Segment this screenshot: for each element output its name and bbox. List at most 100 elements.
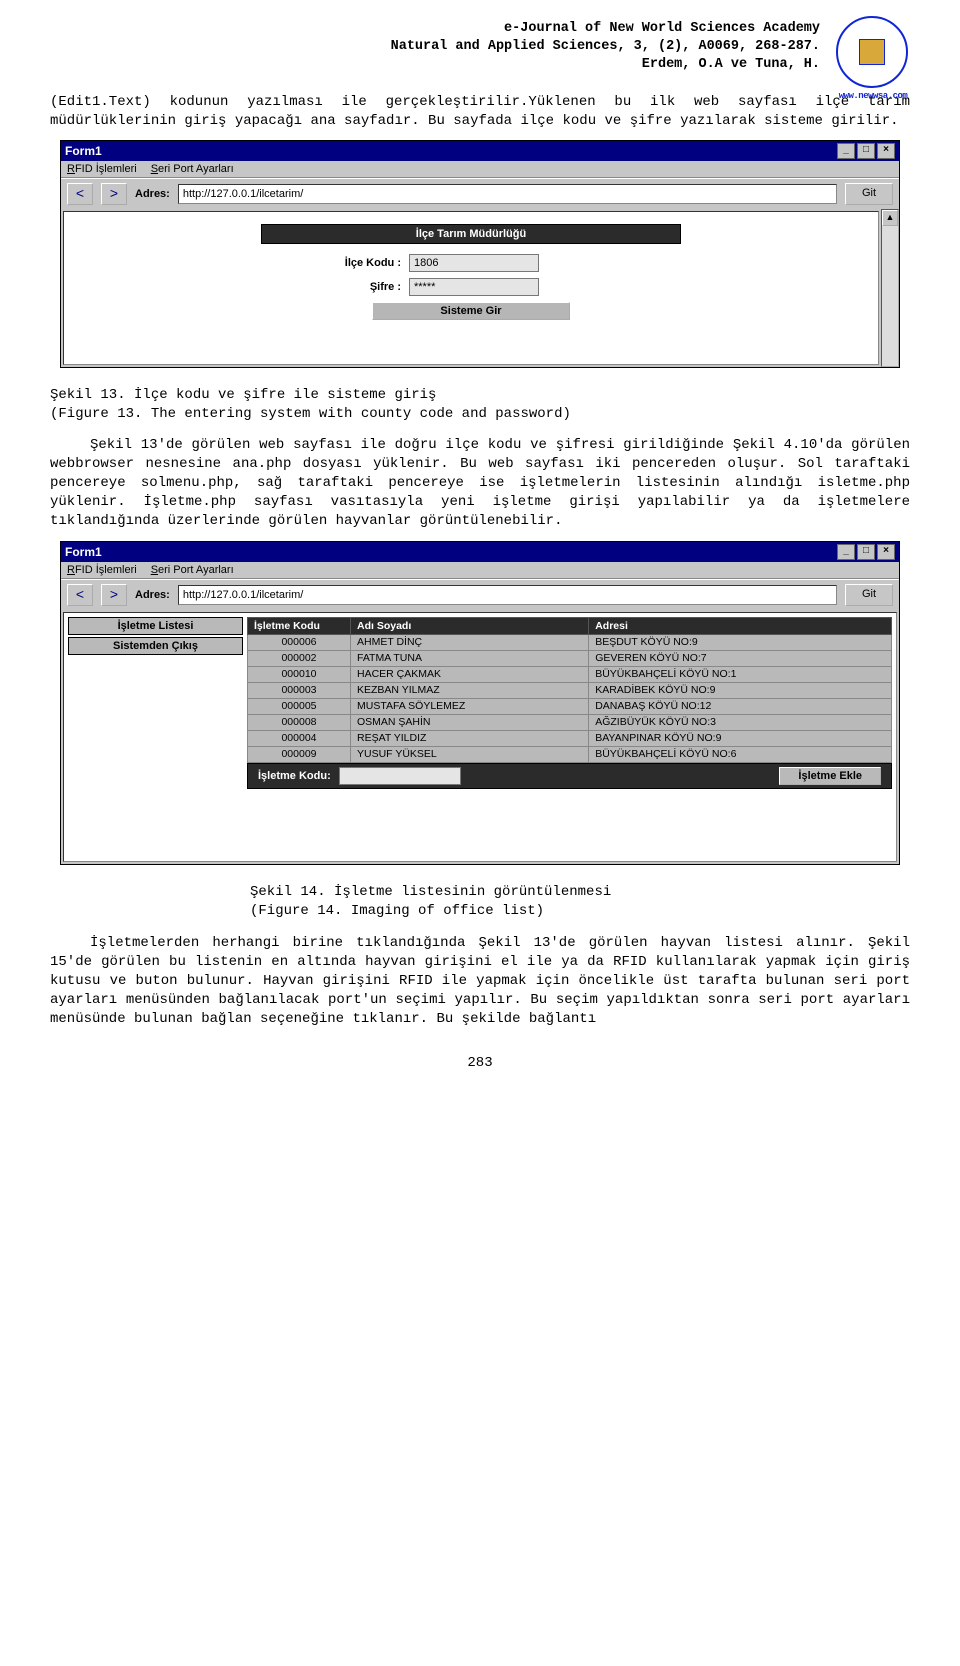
header-line2: Natural and Applied Sciences, 3, (2), A0… xyxy=(50,38,820,56)
minimize-button-2[interactable]: _ xyxy=(837,544,855,560)
go-button[interactable]: Git xyxy=(845,183,893,205)
cell: 000009 xyxy=(248,746,351,762)
paragraph-1: (Edit1.Text) kodunun yazılması ile gerçe… xyxy=(50,93,910,131)
cell: AĞZIBÜYÜK KÖYÜ NO:3 xyxy=(589,714,892,730)
header-line1: e-Journal of New World Sciences Academy xyxy=(50,20,820,38)
logo-inner-icon xyxy=(859,39,885,65)
left-menu-pane: İşletme Listesi Sistemden Çıkış xyxy=(68,617,243,857)
cell: KARADİBEK KÖYÜ NO:9 xyxy=(589,682,892,698)
window-titlebar-2[interactable]: Form1 _ □ × xyxy=(61,542,899,562)
isletme-kodu-footer-label: İşletme Kodu: xyxy=(258,770,331,782)
minimize-button[interactable]: _ xyxy=(837,143,855,159)
ilce-kodu-label: İlçe Kodu : xyxy=(281,257,401,269)
table-row[interactable]: 000004REŞAT YILDIZBAYANPINAR KÖYÜ NO:9 xyxy=(248,730,892,746)
isletme-ekle-button[interactable]: İşletme Ekle xyxy=(779,767,881,785)
cell: 000005 xyxy=(248,698,351,714)
nav-forward-button[interactable]: > xyxy=(101,183,127,205)
cell: OSMAN ŞAHİN xyxy=(351,714,589,730)
menu-serialport[interactable]: Seri Port Ayarları xyxy=(151,163,234,175)
address-bar-2: < > Adres: http://127.0.0.1/ilcetarim/ G… xyxy=(61,579,899,610)
cell: BAYANPINAR KÖYÜ NO:9 xyxy=(589,730,892,746)
address-input[interactable]: http://127.0.0.1/ilcetarim/ xyxy=(178,184,837,204)
ilce-kodu-input[interactable]: 1806 xyxy=(409,254,539,272)
go-button-2[interactable]: Git xyxy=(845,584,893,606)
logo-url: www.newwsa.com xyxy=(836,90,910,102)
table-row[interactable]: 000005MUSTAFA SÖYLEMEZDANABAŞ KÖYÜ NO:12 xyxy=(248,698,892,714)
cell: 000002 xyxy=(248,650,351,666)
close-button-2[interactable]: × xyxy=(877,544,895,560)
window-title: Form1 xyxy=(65,144,102,158)
cell: FATMA TUNA xyxy=(351,650,589,666)
table-row[interactable]: 000002FATMA TUNAGEVEREN KÖYÜ NO:7 xyxy=(248,650,892,666)
logo-circle-icon xyxy=(836,16,908,88)
figure-14-screenshot: Form1 _ □ × RFID İşlemleri Seri Port Aya… xyxy=(60,541,900,865)
table-row[interactable]: 000008OSMAN ŞAHİNAĞZIBÜYÜK KÖYÜ NO:3 xyxy=(248,714,892,730)
cell: 000010 xyxy=(248,666,351,682)
table-row[interactable]: 000006AHMET DİNÇBEŞDUT KÖYÜ NO:9 xyxy=(248,634,892,650)
table-footer-bar: İşletme Kodu: İşletme Ekle xyxy=(247,763,892,789)
cell: KEZBAN YILMAZ xyxy=(351,682,589,698)
caption-14-line2: (Figure 14. Imaging of office list) xyxy=(250,902,910,921)
cell: BÜYÜKBAHÇELİ KÖYÜ NO:6 xyxy=(589,746,892,762)
window-titlebar[interactable]: Form1 _ □ × xyxy=(61,141,899,161)
right-content-pane: İşletme Kodu Adı Soyadı Adresi 000006AHM… xyxy=(247,617,892,857)
nav-back-button-2[interactable]: < xyxy=(67,584,93,606)
browser-pane: İlçe Tarım Müdürlüğü İlçe Kodu : 1806 Şi… xyxy=(63,211,879,365)
menu-serialport-2[interactable]: Seri Port Ayarları xyxy=(151,564,234,576)
figure-13-screenshot: Form1 _ □ × RFID İşlemleri Seri Port Aya… xyxy=(60,140,900,368)
close-button[interactable]: × xyxy=(877,143,895,159)
isletme-kodu-footer-input[interactable] xyxy=(339,767,461,785)
menu-bar-2: RFID İşlemleri Seri Port Ayarları xyxy=(61,562,899,579)
cell: BÜYÜKBAHÇELİ KÖYÜ NO:1 xyxy=(589,666,892,682)
address-label-2: Adres: xyxy=(135,589,170,601)
figure-14-caption: Şekil 14. İşletme listesinin görüntülenm… xyxy=(250,883,910,921)
cell: AHMET DİNÇ xyxy=(351,634,589,650)
sisteme-gir-button[interactable]: Sisteme Gir xyxy=(372,302,570,320)
sifre-label: Şifre : xyxy=(281,281,401,293)
cell: YUSUF YÜKSEL xyxy=(351,746,589,762)
cell: 000006 xyxy=(248,634,351,650)
table-row[interactable]: 000010HACER ÇAKMAKBÜYÜKBAHÇELİ KÖYÜ NO:1 xyxy=(248,666,892,682)
figure-13-caption: Şekil 13. İlçe kodu ve şifre ile sisteme… xyxy=(50,386,910,424)
table-row[interactable]: 000009YUSUF YÜKSELBÜYÜKBAHÇELİ KÖYÜ NO:6 xyxy=(248,746,892,762)
nav-back-button[interactable]: < xyxy=(67,183,93,205)
nav-forward-button-2[interactable]: > xyxy=(101,584,127,606)
maximize-button[interactable]: □ xyxy=(857,143,875,159)
header-line3: Erdem, O.A ve Tuna, H. xyxy=(50,56,820,74)
sifre-input[interactable]: ***** xyxy=(409,278,539,296)
login-form: İlçe Kodu : 1806 Şifre : ***** Sisteme G… xyxy=(261,244,681,326)
scroll-up-icon[interactable]: ▲ xyxy=(882,210,898,226)
cell: MUSTAFA SÖYLEMEZ xyxy=(351,698,589,714)
caption-13-line1: Şekil 13. İlçe kodu ve şifre ile sisteme… xyxy=(50,386,910,405)
cell: 000008 xyxy=(248,714,351,730)
caption-14-line1: Şekil 14. İşletme listesinin görüntülenm… xyxy=(250,883,910,902)
maximize-button-2[interactable]: □ xyxy=(857,544,875,560)
caption-13-line2: (Figure 13. The entering system with cou… xyxy=(50,405,910,424)
journal-header: e-Journal of New World Sciences Academy … xyxy=(50,20,910,75)
address-label: Adres: xyxy=(135,188,170,200)
sidebar-item-sistemden-cikis[interactable]: Sistemden Çıkış xyxy=(68,637,243,655)
window-title-2: Form1 xyxy=(65,545,102,559)
cell: 000003 xyxy=(248,682,351,698)
cell: HACER ÇAKMAK xyxy=(351,666,589,682)
vertical-scrollbar[interactable]: ▲ xyxy=(881,209,899,367)
table-row[interactable]: 000003KEZBAN YILMAZKARADİBEK KÖYÜ NO:9 xyxy=(248,682,892,698)
cell: GEVEREN KÖYÜ NO:7 xyxy=(589,650,892,666)
paragraph-3: İşletmelerden herhangi birine tıklandığı… xyxy=(50,934,910,1028)
nwsa-logo: www.newwsa.com xyxy=(836,16,910,102)
th-adi-soyadi[interactable]: Adı Soyadı xyxy=(351,617,589,634)
cell: 000004 xyxy=(248,730,351,746)
page-number: 283 xyxy=(50,1055,910,1071)
cell: BEŞDUT KÖYÜ NO:9 xyxy=(589,634,892,650)
cell: REŞAT YILDIZ xyxy=(351,730,589,746)
address-input-2[interactable]: http://127.0.0.1/ilcetarim/ xyxy=(178,585,837,605)
sidebar-item-isletme-listesi[interactable]: İşletme Listesi xyxy=(68,617,243,635)
address-bar: < > Adres: http://127.0.0.1/ilcetarim/ G… xyxy=(61,178,899,209)
paragraph-2: Şekil 13'de görülen web sayfası ile doğr… xyxy=(50,436,910,530)
th-isletme-kodu[interactable]: İşletme Kodu xyxy=(248,617,351,634)
th-adresi[interactable]: Adresi xyxy=(589,617,892,634)
menu-rfid-2[interactable]: RFID İşlemleri xyxy=(67,564,137,576)
menu-rfid[interactable]: RFID İşlemleri xyxy=(67,163,137,175)
cell: DANABAŞ KÖYÜ NO:12 xyxy=(589,698,892,714)
login-panel-title: İlçe Tarım Müdürlüğü xyxy=(261,224,681,244)
